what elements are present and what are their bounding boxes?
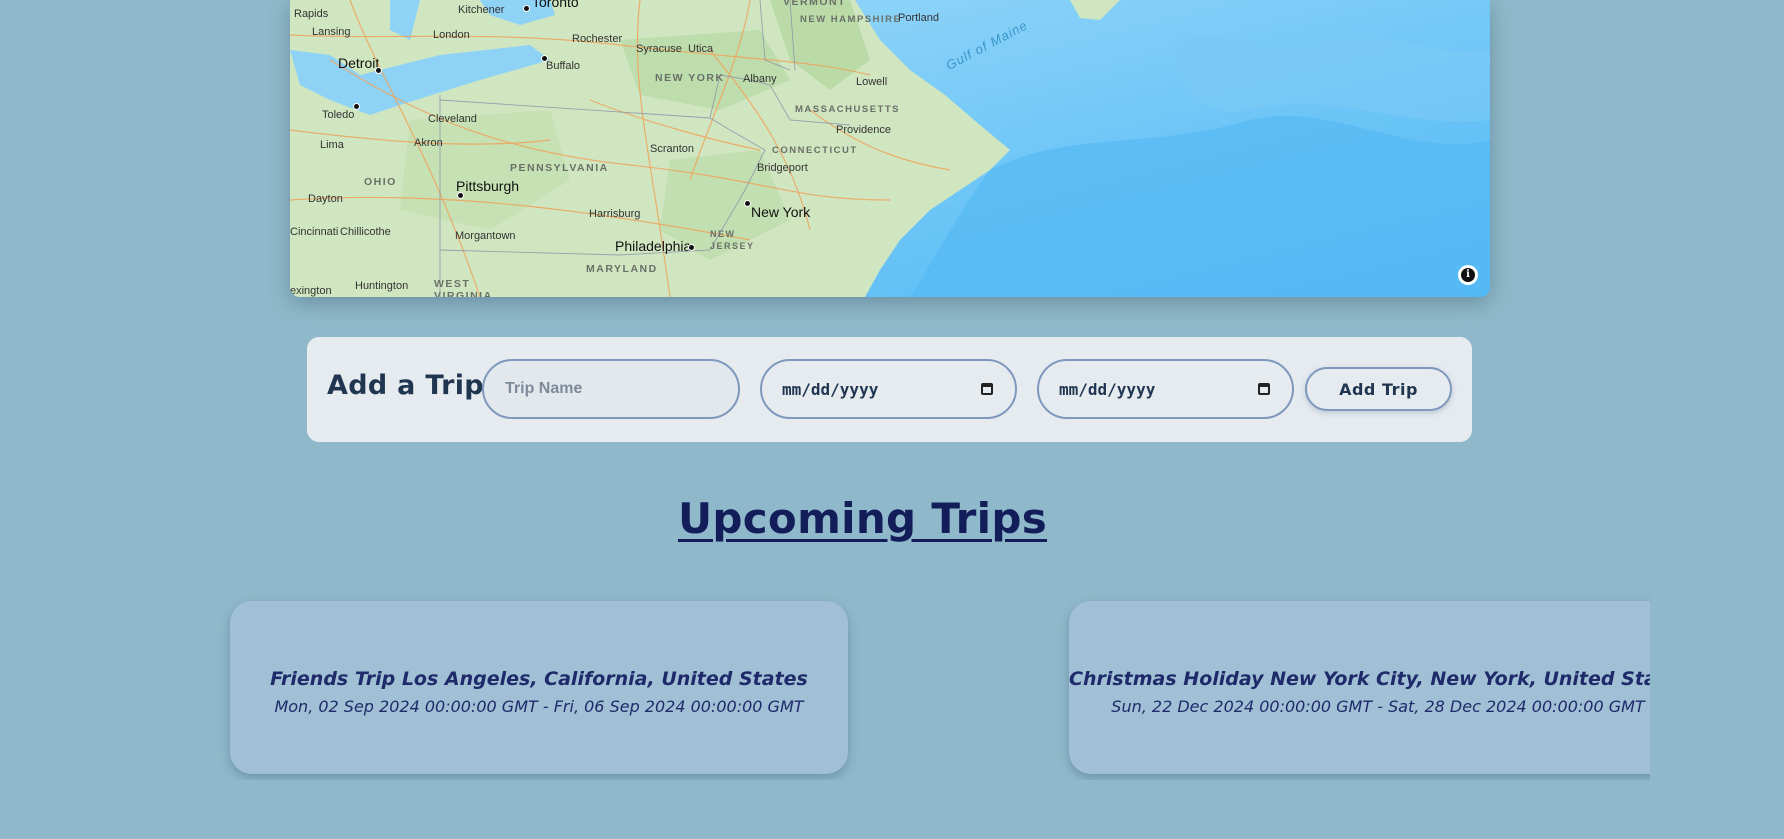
map-label-city: Buffalo bbox=[546, 60, 581, 72]
map-label-city: Detroit bbox=[338, 55, 380, 71]
trip-cards-carousel[interactable]: Friends Trip Los Angeles, California, Un… bbox=[0, 595, 1650, 780]
map-label-city: Rochester bbox=[572, 33, 623, 45]
map-label-state: OHIO bbox=[364, 176, 397, 188]
map-label-state: NEW HAMPSHIRE bbox=[800, 14, 902, 25]
map-label-city: Lowell bbox=[856, 76, 888, 88]
trip-card-title: Christmas Holiday New York City, New Yor… bbox=[1069, 668, 1650, 690]
city-marker bbox=[523, 5, 530, 12]
map-label-city: Kitchener bbox=[458, 4, 505, 16]
map-label-city: Philadelphia bbox=[615, 238, 692, 254]
map-label-city: Toronto bbox=[532, 0, 579, 10]
map-label-state: NEW YORK bbox=[655, 72, 725, 84]
map-label-state: CONNECTICUT bbox=[772, 145, 858, 156]
city-marker bbox=[353, 103, 360, 110]
city-marker bbox=[457, 192, 464, 199]
upcoming-trips-heading: Upcoming Trips bbox=[677, 494, 1048, 543]
city-marker bbox=[688, 244, 695, 251]
map-label-city: Toledo bbox=[322, 109, 355, 121]
map-attribution-button[interactable]: i bbox=[1458, 265, 1478, 285]
map-label-city: Dayton bbox=[308, 193, 343, 205]
trip-name-input[interactable]: Trip Name bbox=[482, 359, 740, 419]
map-label-city: Portland bbox=[898, 12, 939, 24]
trip-card-title: Friends Trip Los Angeles, California, Un… bbox=[270, 668, 808, 690]
city-marker bbox=[541, 55, 548, 62]
map-label-state: PENNSYLVANIA bbox=[510, 162, 609, 174]
map-label-city: London bbox=[433, 29, 470, 41]
trip-name-placeholder: Trip Name bbox=[505, 380, 583, 397]
map-label-state: NEW JERSEY bbox=[710, 229, 755, 251]
map-label-city: Morgantown bbox=[455, 230, 516, 242]
map-label-state: VERMONT bbox=[783, 0, 846, 8]
trip-card-dates: Sun, 22 Dec 2024 00:00:00 GMT - Sat, 28 … bbox=[1111, 697, 1645, 716]
trip-map[interactable]: Rapids Kitchener Toronto Lansing London … bbox=[290, 0, 1490, 297]
map-label-city: exington bbox=[290, 285, 332, 297]
map-label-city: Chillicothe bbox=[340, 226, 391, 238]
map-label-city: Lima bbox=[320, 139, 344, 151]
map-label-city: New York bbox=[751, 204, 811, 220]
map-label-state: MASSACHUSETTS bbox=[795, 104, 901, 115]
map-label-state: WEST VIRGINIA bbox=[434, 278, 493, 297]
start-date-placeholder: mm/dd/yyyy bbox=[782, 379, 879, 399]
map-label-city: Huntington bbox=[355, 280, 409, 292]
city-marker bbox=[744, 200, 751, 207]
map-tiles[interactable] bbox=[290, 0, 1490, 297]
trip-card[interactable]: Christmas Holiday New York City, New Yor… bbox=[1069, 601, 1650, 774]
map-label-city: Providence bbox=[836, 124, 892, 136]
map-label-city: Lansing bbox=[312, 26, 351, 38]
end-date-placeholder: mm/dd/yyyy bbox=[1059, 379, 1156, 399]
add-trip-form: Add a Trip Trip Name mm/dd/yyyy mm/dd/yy… bbox=[307, 337, 1472, 442]
map-label-city: Bridgeport bbox=[757, 162, 808, 174]
add-trip-heading: Add a Trip bbox=[327, 370, 484, 401]
calendar-icon[interactable] bbox=[981, 383, 993, 395]
map-label-city: Rapids bbox=[294, 8, 329, 20]
map-label-city: Utica bbox=[688, 43, 714, 55]
map-label-city: Harrisburg bbox=[589, 208, 641, 220]
trip-card[interactable]: Friends Trip Los Angeles, California, Un… bbox=[230, 601, 848, 774]
add-trip-button[interactable]: Add Trip bbox=[1305, 367, 1452, 411]
map-label-city: Syracuse bbox=[636, 43, 682, 55]
map-label-city: Scranton bbox=[650, 143, 695, 155]
map-label-state: MARYLAND bbox=[586, 263, 658, 275]
map-label-city: Cincinnati bbox=[290, 226, 339, 238]
map-label-city: Pittsburgh bbox=[456, 178, 520, 194]
end-date-input[interactable]: mm/dd/yyyy bbox=[1037, 359, 1294, 419]
trip-card-dates: Mon, 02 Sep 2024 00:00:00 GMT - Fri, 06 … bbox=[274, 697, 804, 716]
start-date-input[interactable]: mm/dd/yyyy bbox=[760, 359, 1017, 419]
info-icon: i bbox=[1461, 268, 1475, 282]
map-label-city: Cleveland bbox=[428, 113, 477, 125]
map-label-city: Albany bbox=[743, 73, 777, 85]
calendar-icon[interactable] bbox=[1258, 383, 1270, 395]
city-marker bbox=[375, 67, 382, 74]
map-label-city: Akron bbox=[414, 137, 443, 149]
